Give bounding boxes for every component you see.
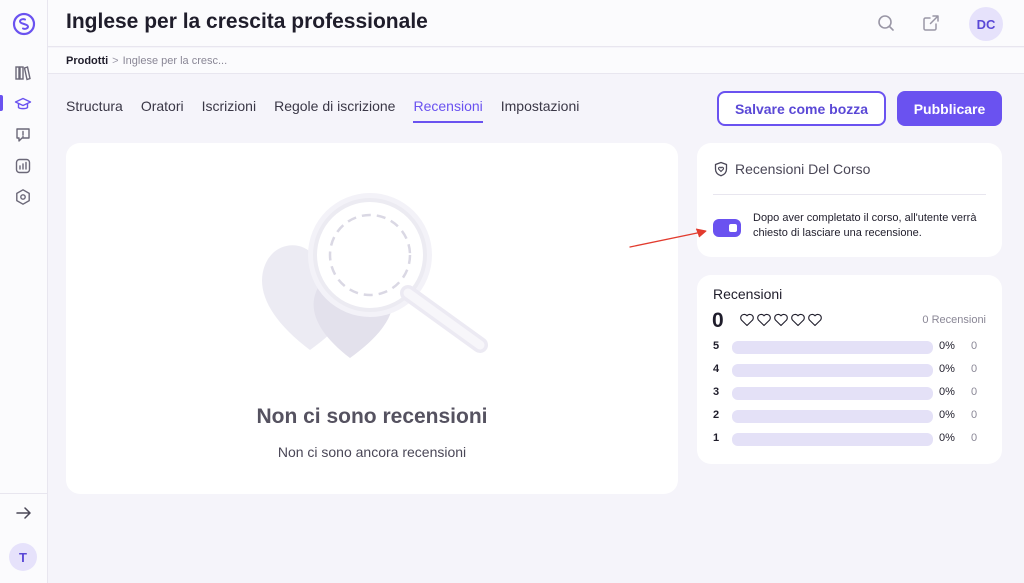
rating-stars-label: 4 (713, 363, 720, 375)
course-reviews-title: Recensioni Del Corso (735, 161, 871, 177)
rating-count: 0 (971, 386, 978, 398)
settings-divider (713, 194, 986, 195)
empty-state-subtitle: Non ci sono ancora recensioni (277, 444, 467, 460)
tab-iscrizioni[interactable]: Iscrizioni (202, 98, 256, 123)
ratings-average-score: 0 (712, 309, 724, 332)
user-avatar[interactable]: T (9, 543, 37, 571)
course-reviews-settings-card: Recensioni Del Corso Dopo aver completat… (697, 143, 1002, 257)
sidebar-active-indicator (0, 95, 3, 111)
rating-stars-label: 2 (713, 409, 720, 421)
external-link-icon[interactable] (921, 13, 941, 33)
rating-row-2: 2 0% 0 (713, 409, 993, 423)
rating-row-3: 3 0% 0 (713, 386, 993, 400)
feedback-icon[interactable] (14, 126, 32, 144)
breadcrumb-root-link[interactable]: Prodotti (66, 55, 108, 67)
heart-outline-icon (808, 313, 822, 327)
search-icon[interactable] (876, 13, 896, 33)
rating-percent: 0% (939, 432, 955, 444)
reviews-request-toggle[interactable] (713, 219, 741, 237)
rating-bar (732, 387, 933, 400)
rating-percent: 0% (939, 340, 955, 352)
rating-row-1: 1 0% 0 (713, 432, 993, 446)
tab-impostazioni[interactable]: Impostazioni (501, 98, 580, 123)
heart-outline-icon (791, 313, 805, 327)
rating-count: 0 (971, 432, 978, 444)
shield-heart-icon (714, 161, 728, 177)
rating-stars-label: 5 (713, 340, 720, 352)
annotation-arrow-icon (629, 228, 707, 248)
top-bar: Inglese per la crescita professionale DC (48, 0, 1024, 47)
account-avatar[interactable]: DC (969, 7, 1003, 41)
breadcrumb-separator: > (112, 54, 119, 67)
heart-outline-icon (740, 313, 754, 327)
save-draft-button[interactable]: Salvare come bozza (717, 91, 886, 126)
publish-button[interactable]: Pubblicare (897, 91, 1002, 126)
rating-count: 0 (971, 363, 978, 375)
sidebar: T (0, 0, 48, 583)
rating-percent: 0% (939, 409, 955, 421)
rating-bar (732, 341, 933, 354)
heart-outline-icon (757, 313, 771, 327)
tab-oratori[interactable]: Oratori (141, 98, 184, 123)
rating-percent: 0% (939, 363, 955, 375)
settings-icon[interactable] (14, 188, 32, 206)
rating-row-4: 4 0% 0 (713, 363, 993, 377)
rating-row-5: 5 0% 0 (713, 340, 993, 354)
rating-bar (732, 364, 933, 377)
heart-outline-icon (774, 313, 788, 327)
tab-regole-di-iscrizione[interactable]: Regole di iscrizione (274, 98, 395, 123)
empty-state-title: Non ci sono recensioni (256, 405, 488, 428)
ratings-hearts (739, 313, 823, 327)
rating-bar (732, 410, 933, 423)
rating-stars-label: 1 (713, 432, 720, 444)
breadcrumb-current: Inglese per la cresc... (122, 54, 228, 67)
app-logo-icon[interactable] (12, 12, 36, 36)
ratings-summary-card: Recensioni 0 0 Recensioni 5 0% 0 4 0% 0 … (697, 275, 1002, 464)
page-title: Inglese per la crescita professionale (66, 10, 428, 33)
empty-reviews-illustration (262, 193, 488, 358)
tab-recensioni[interactable]: Recensioni (413, 98, 483, 123)
breadcrumb: Prodotti > Inglese per la cresc... (48, 48, 1024, 74)
rating-bar (732, 433, 933, 446)
graduation-cap-icon[interactable] (14, 95, 32, 113)
toggle-description: Dopo aver completato il corso, all'utent… (753, 212, 977, 239)
ratings-title: Recensioni (713, 286, 783, 302)
sidebar-divider (0, 493, 48, 494)
rating-count: 0 (971, 409, 978, 421)
toggle-knob (729, 224, 737, 232)
ratings-total-count: 0 Recensioni (922, 314, 986, 326)
library-icon[interactable] (14, 64, 32, 82)
expand-sidebar-arrow-icon[interactable] (14, 503, 34, 523)
rating-percent: 0% (939, 386, 955, 398)
tab-bar: Structura Oratori Iscrizioni Regole di i… (66, 98, 579, 123)
rating-count: 0 (971, 340, 978, 352)
analytics-icon[interactable] (14, 157, 32, 175)
course-reviews-header: Recensioni Del Corso (713, 161, 870, 177)
rating-stars-label: 3 (713, 386, 720, 398)
tab-structura[interactable]: Structura (66, 98, 123, 123)
